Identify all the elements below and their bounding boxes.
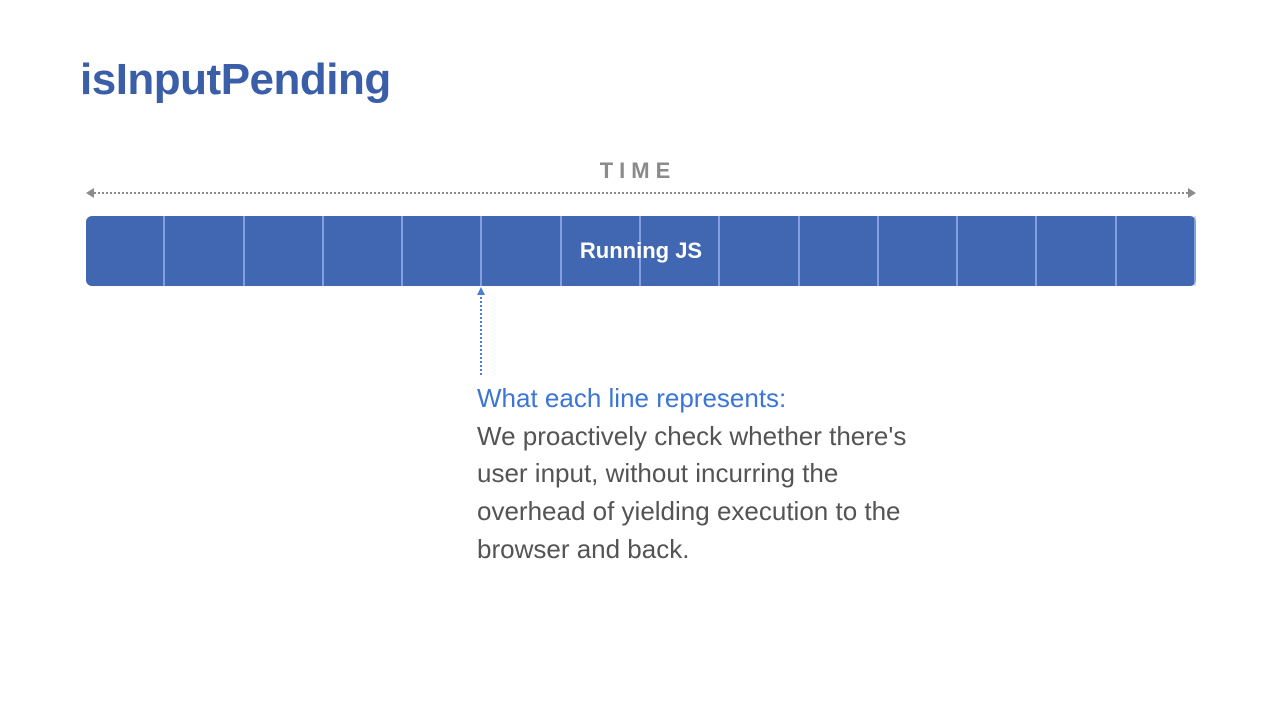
bar-segment bbox=[86, 216, 165, 286]
bar-segment bbox=[958, 216, 1037, 286]
arrow-left-icon bbox=[86, 188, 94, 198]
bar-segment bbox=[1117, 216, 1196, 286]
bar-segment bbox=[482, 216, 561, 286]
callout-pointer bbox=[480, 293, 484, 375]
slide: isInputPending TIME Running JS What each… bbox=[0, 0, 1276, 717]
caption-lead: What each line represents: bbox=[477, 383, 786, 413]
time-axis-label: TIME bbox=[0, 158, 1276, 184]
bar-segment bbox=[800, 216, 879, 286]
bar-segment bbox=[879, 216, 958, 286]
arrow-up-icon bbox=[477, 287, 485, 295]
bar-segment bbox=[403, 216, 482, 286]
bar-segment bbox=[165, 216, 244, 286]
bar-segment bbox=[245, 216, 324, 286]
bar-segment bbox=[720, 216, 799, 286]
bar-segment bbox=[641, 216, 720, 286]
caption: What each line represents: We proactivel… bbox=[477, 380, 907, 568]
bar-segment bbox=[1037, 216, 1116, 286]
bar-segment bbox=[324, 216, 403, 286]
arrow-right-icon bbox=[1188, 188, 1196, 198]
page-title: isInputPending bbox=[80, 55, 391, 105]
time-axis-arrow bbox=[86, 188, 1196, 198]
running-js-bar: Running JS bbox=[86, 216, 1196, 286]
caption-body: We proactively check whether there's use… bbox=[477, 421, 906, 564]
arrow-shaft bbox=[94, 192, 1188, 194]
bar-segment bbox=[562, 216, 641, 286]
